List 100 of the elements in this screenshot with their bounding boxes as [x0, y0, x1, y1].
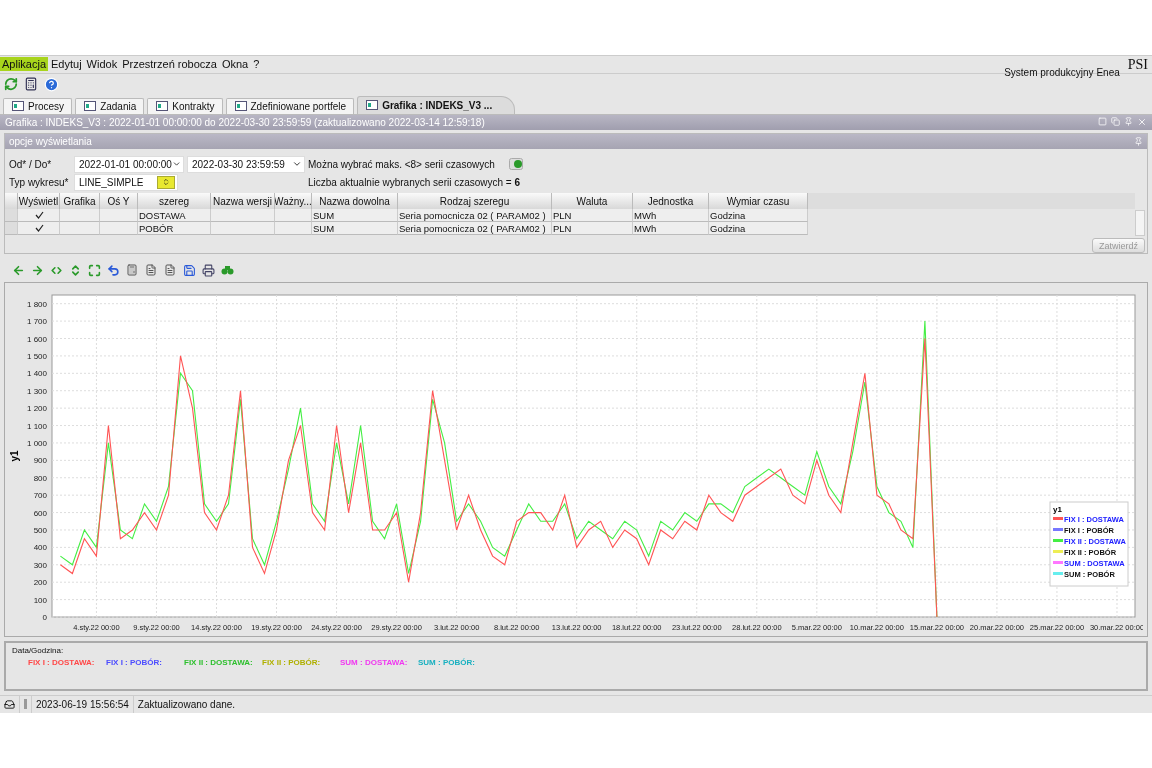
- tab[interactable]: Zdefiniowane portfele: [225, 97, 355, 114]
- date-field[interactable]: 2022-03-30 23:59:59: [187, 155, 305, 173]
- readout-label: SUM : POBÓR:: [418, 658, 476, 668]
- zoom-fit-icon[interactable]: [86, 262, 102, 279]
- panel-title: opcje wyświetlania: [9, 136, 92, 147]
- readout-label: FIX I : DOSTAWA:: [28, 658, 96, 668]
- window-icon: [234, 101, 247, 112]
- logo: PSI: [1127, 57, 1148, 73]
- document-icon[interactable]: [162, 262, 178, 279]
- document-icon[interactable]: [143, 262, 159, 279]
- y-tick-label: 200: [33, 578, 47, 588]
- window-icon: [12, 101, 24, 112]
- y-tick-label: 1 500: [26, 352, 47, 362]
- status-time: 2023-06-19 15:56:54: [32, 695, 134, 713]
- table-cell: Seria pomocnicza 02 ( PARAM02 ): [398, 209, 552, 222]
- dropdown-icon: [292, 159, 302, 169]
- table-cell: MWh: [633, 209, 709, 222]
- menu-item[interactable]: Widok: [84, 57, 120, 71]
- close-icon[interactable]: [1137, 117, 1147, 128]
- readout-title: Data/Godzina:: [12, 646, 65, 656]
- y-tick-label: 1 600: [26, 334, 47, 344]
- y-axis-label: y1: [9, 450, 20, 462]
- y-tick-label: 800: [33, 473, 47, 483]
- undo-icon[interactable]: [105, 262, 121, 279]
- y-tick-label: 700: [33, 491, 47, 501]
- dropdown-icon[interactable]: [157, 175, 175, 189]
- table-cell: MWh: [633, 222, 709, 235]
- table-cell: Seria pomocnicza 02 ( PARAM02 ): [398, 222, 552, 235]
- table-cell: POBÓR: [138, 222, 211, 235]
- column-header[interactable]: Grafika: [60, 193, 100, 209]
- field-label: Od* / Do*: [9, 158, 53, 170]
- column-header[interactable]: Waluta: [552, 193, 633, 209]
- pin-icon[interactable]: [1134, 137, 1143, 146]
- table-cell: SUM: [312, 222, 398, 235]
- y-tick-label: 1 700: [26, 317, 47, 327]
- y-tick-label: 900: [33, 456, 47, 466]
- tab[interactable]: Procesy: [3, 97, 73, 114]
- column-header[interactable]: szereg: [138, 193, 211, 209]
- menu-item[interactable]: ?: [251, 57, 262, 71]
- calculator-icon[interactable]: [23, 76, 39, 93]
- readout-label: SUM : DOSTAWA:: [340, 658, 409, 668]
- toggle-icon[interactable]: [508, 158, 523, 170]
- table-cell: [211, 222, 275, 235]
- table-cell: Godzina: [709, 209, 808, 222]
- table-cell: [275, 222, 312, 235]
- field-label: Typ wykresu*: [9, 176, 70, 188]
- info-text: Liczba aktualnie wybranych serii czasowych = 6: [308, 176, 522, 188]
- y-tick-label: 1 000: [26, 439, 47, 449]
- window-title: Grafika : INDEKS_V3 : 2022-01-01 00:00:00 do 2022-03-30 23:59:59 (zaktualizowano 2022-03-14 12:59:18): [5, 116, 485, 128]
- status-message: Zaktualizowano dane.: [136, 697, 237, 712]
- column-header[interactable]: Jednostka: [633, 193, 709, 209]
- date-field[interactable]: 2022-01-01 00:00:00: [74, 155, 184, 173]
- y-tick-label: 100: [33, 595, 47, 605]
- info-text: Można wybrać maks. <8> serii czasowych: [308, 158, 495, 170]
- column-header[interactable]: Wyświetl: [18, 193, 60, 209]
- table-cell: DOSTAWA: [138, 209, 211, 222]
- y-tick-label: 600: [33, 508, 47, 518]
- menu-item[interactable]: Okna: [219, 57, 251, 71]
- menu-item[interactable]: Aplikacja: [0, 57, 49, 71]
- menu-item[interactable]: Przestrzeń robocza: [120, 57, 219, 71]
- column-header[interactable]: Rodzaj szeregu: [398, 193, 552, 209]
- y-tick-label: 1 200: [26, 404, 47, 414]
- chart-type-field[interactable]: LINE_SIMPLE: [74, 173, 178, 191]
- table-cell: PLN: [552, 222, 633, 235]
- column-header[interactable]: Oś Y: [100, 193, 138, 209]
- minimize-icon[interactable]: [1098, 117, 1107, 127]
- y-tick-label: 0: [42, 613, 47, 623]
- scrollbar[interactable]: [1135, 210, 1145, 236]
- table-cell: PLN: [552, 209, 633, 222]
- restore-icon[interactable]: [1111, 117, 1120, 127]
- print-icon[interactable]: [200, 262, 216, 279]
- table-cell: [275, 209, 312, 222]
- window-icon: [366, 100, 379, 111]
- menu-item[interactable]: Edytuj: [49, 57, 84, 71]
- readout-label: FIX II : POBÓR:: [262, 658, 322, 668]
- save-icon[interactable]: [181, 262, 197, 279]
- readout-label: FIX II : DOSTAWA:: [184, 658, 254, 668]
- tab[interactable]: Kontrakty: [147, 97, 223, 114]
- window-icon: [84, 101, 97, 112]
- table-cell: [100, 222, 138, 235]
- tray-icon[interactable]: [4, 698, 15, 710]
- tab[interactable]: Zadania: [75, 97, 145, 114]
- tab[interactable]: Grafika : INDEKS_V3 ...: [357, 95, 516, 114]
- column-header[interactable]: Nazwa dowolna: [312, 193, 398, 209]
- table-cell: SUM: [312, 209, 398, 222]
- column-header[interactable]: Ważny...: [275, 193, 312, 209]
- table-cell: [100, 209, 138, 222]
- column-header[interactable]: Wymiar czasu: [709, 193, 808, 209]
- grip-icon: [24, 699, 27, 710]
- table-cell: Godzina: [709, 222, 808, 235]
- pin-icon[interactable]: [1124, 117, 1133, 127]
- help-icon[interactable]: [43, 76, 59, 93]
- y-tick-label: 1 400: [26, 369, 47, 379]
- legend-title: y1: [1053, 505, 1062, 515]
- readout-label: FIX I : POBÓR:: [106, 658, 163, 668]
- y-tick-label: 1 800: [26, 299, 47, 309]
- column-header[interactable]: Nazwa wersji: [211, 193, 275, 209]
- window-icon: [156, 101, 169, 112]
- y-tick-label: 1 100: [26, 421, 47, 431]
- y-tick-label: 400: [33, 543, 47, 553]
